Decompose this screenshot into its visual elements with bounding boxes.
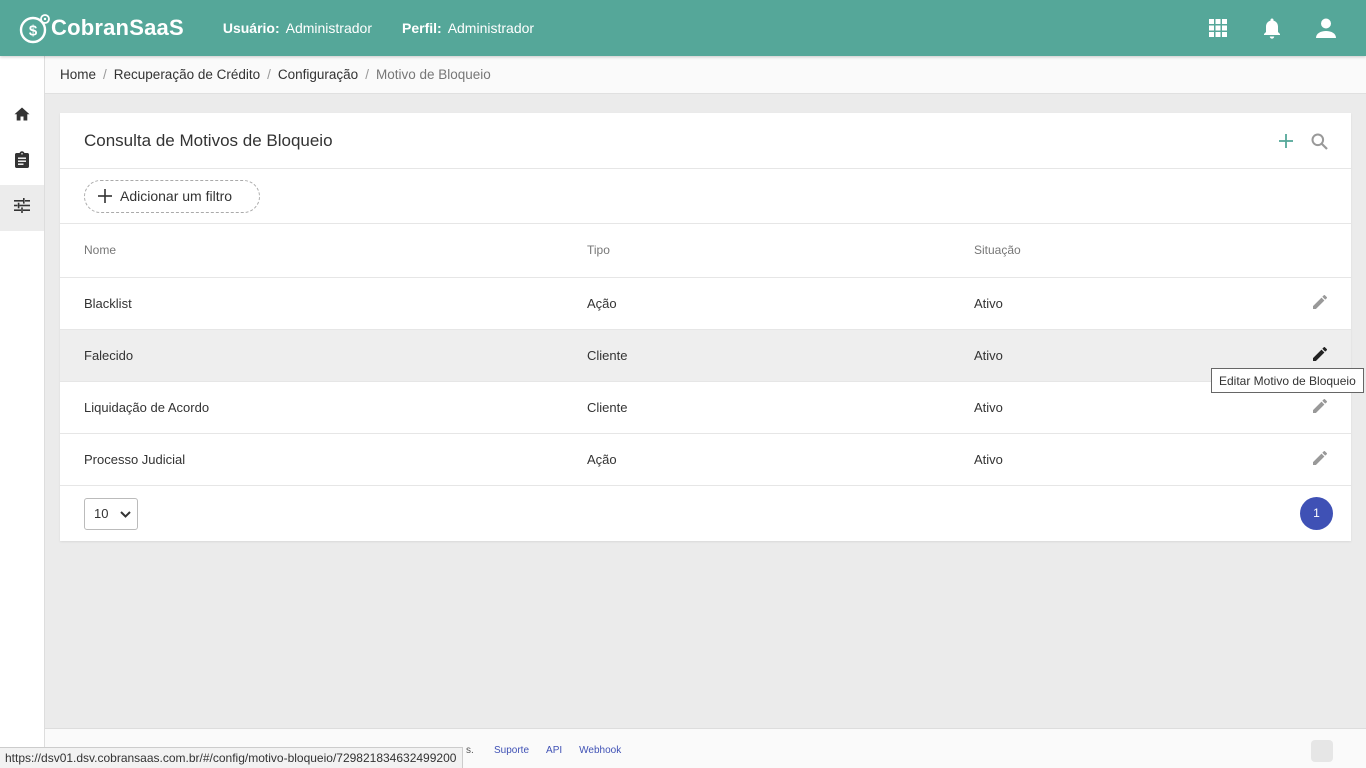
sidebar-item-home[interactable] — [0, 93, 44, 139]
sidebar — [0, 56, 45, 768]
column-header-situacao[interactable]: Situação — [974, 224, 1291, 278]
cell-nome: Processo Judicial — [60, 433, 587, 486]
table-header-row: Nome Tipo Situação — [60, 224, 1351, 278]
page-size-select[interactable]: 10 — [84, 497, 138, 530]
breadcrumb-current: Motivo de Bloqueio — [375, 67, 491, 82]
results-card: Consulta de Motivos de Bloqueio Adiciona… — [60, 113, 1351, 541]
edit-pencil-icon[interactable] — [1313, 294, 1329, 311]
cell-nome: Falecido — [60, 329, 587, 382]
user-info: Usuário: Administrador Perfil: Administr… — [223, 20, 564, 36]
footer-text-tail: s. — [466, 745, 474, 756]
breadcrumb-recuperacao[interactable]: Recuperação de Crédito — [114, 67, 260, 82]
plus-icon — [98, 189, 120, 203]
table-row[interactable]: Falecido Cliente Ativo — [60, 329, 1351, 382]
cell-situacao: Ativo — [974, 433, 1291, 486]
column-header-nome[interactable]: Nome — [60, 224, 587, 278]
breadcrumb: Home / Recuperação de Crédito / Configur… — [45, 56, 1366, 94]
cell-situacao: Ativo — [974, 277, 1291, 330]
cell-tipo: Cliente — [587, 381, 974, 434]
cell-actions — [1291, 433, 1351, 486]
top-bar: $ CobranSaaS Usuário: Administrador Perf… — [0, 0, 1366, 56]
profile-label: Perfil: — [402, 20, 442, 36]
cell-nome: Blacklist — [60, 277, 587, 330]
footer-link-webhook[interactable]: Webhook — [579, 745, 621, 756]
edit-pencil-icon[interactable] — [1313, 450, 1329, 467]
breadcrumb-separator: / — [103, 67, 107, 82]
sidebar-item-settings[interactable] — [0, 185, 44, 231]
breadcrumb-separator: / — [365, 67, 369, 82]
cell-nome: Liquidação de Acordo — [60, 381, 587, 434]
svg-text:$: $ — [29, 23, 38, 40]
column-header-actions — [1291, 224, 1351, 278]
cell-tipo: Ação — [587, 277, 974, 330]
user-account-icon[interactable] — [1314, 16, 1338, 40]
cell-tipo: Ação — [587, 433, 974, 486]
logo-coin-icon: $ — [19, 13, 50, 44]
sidebar-item-clipboard[interactable] — [0, 139, 44, 185]
card-header: Consulta de Motivos de Bloqueio — [60, 113, 1351, 169]
logo[interactable]: $ CobranSaaS — [19, 13, 184, 44]
apps-grid-icon[interactable] — [1206, 16, 1230, 40]
clipboard-icon — [15, 151, 29, 173]
edit-tooltip: Editar Motivo de Bloqueio — [1211, 368, 1364, 393]
cell-tipo: Cliente — [587, 329, 974, 382]
add-icon[interactable] — [1276, 131, 1296, 151]
brand-name: CobranSaaS — [51, 15, 184, 40]
profile-value: Administrador — [447, 20, 535, 36]
bell-icon[interactable] — [1260, 16, 1284, 40]
add-filter-button[interactable]: Adicionar um filtro — [84, 179, 260, 213]
breadcrumb-home[interactable]: Home — [60, 67, 96, 82]
breadcrumb-separator: / — [267, 67, 271, 82]
pagination-row: 10 1 — [60, 486, 1351, 542]
page-button-current[interactable]: 1 — [1300, 496, 1333, 530]
column-header-tipo[interactable]: Tipo — [587, 224, 974, 278]
table-row[interactable]: Processo Judicial Ação Ativo — [60, 433, 1351, 486]
data-table: Nome Tipo Situação Blacklist Ação Ativo … — [60, 224, 1351, 486]
filter-row: Adicionar um filtro — [60, 169, 1351, 224]
tune-icon — [14, 198, 30, 218]
add-filter-label: Adicionar um filtro — [120, 188, 233, 204]
footer-badge-icon — [1311, 740, 1333, 762]
footer-link-api[interactable]: API — [546, 745, 562, 756]
table-row[interactable]: Blacklist Ação Ativo — [60, 277, 1351, 330]
footer-link-suporte[interactable]: Suporte — [494, 745, 529, 756]
card-actions — [1263, 131, 1329, 151]
browser-status-url: https://dsv01.dsv.cobransaas.com.br/#/co… — [0, 747, 464, 768]
search-icon[interactable] — [1309, 131, 1329, 151]
chevron-down-icon — [120, 506, 132, 521]
page-title: Consulta de Motivos de Bloqueio — [84, 130, 333, 150]
table-row[interactable]: Liquidação de Acordo Cliente Ativo — [60, 381, 1351, 434]
top-actions — [1176, 0, 1338, 56]
cell-actions — [1291, 277, 1351, 330]
breadcrumb-configuracao[interactable]: Configuração — [278, 67, 358, 82]
page-size-value: 10 — [94, 506, 109, 521]
footer-links: Suporte API Webhook — [494, 745, 638, 756]
home-icon — [14, 107, 30, 126]
user-label: Usuário: — [222, 20, 280, 36]
edit-pencil-icon[interactable] — [1313, 398, 1329, 415]
user-value: Administrador — [285, 20, 372, 36]
edit-pencil-icon[interactable] — [1313, 346, 1329, 363]
